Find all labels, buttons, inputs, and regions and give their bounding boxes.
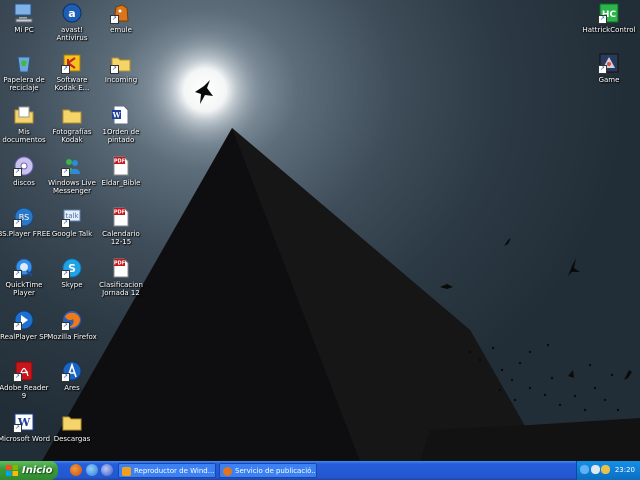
- desktop-icon-calendario[interactable]: PDF Calendario 12-15: [92, 206, 150, 246]
- bsplayer-icon: BS ↗: [13, 206, 35, 228]
- desktop-icon-label: Clasificacion Jornada 12: [99, 281, 143, 297]
- adobe-reader-icon: ↗: [13, 360, 35, 382]
- desktop-icon-label: Calendario 12-15: [102, 230, 140, 246]
- desktop-icon-game[interactable]: ↗ Game: [580, 52, 638, 84]
- google-talk-icon: talk ↗: [61, 206, 83, 228]
- shortcut-arrow-icon: ↗: [13, 424, 22, 433]
- shortcut-arrow-icon: ↗: [598, 65, 607, 74]
- tray-volume-icon[interactable]: [601, 465, 610, 474]
- computer-icon: [13, 2, 35, 24]
- start-button[interactable]: Inicio: [0, 461, 58, 480]
- task-label: Reproductor de Wind...: [134, 467, 215, 475]
- game-icon: ↗: [598, 52, 620, 74]
- desktop-icon-clasificacion[interactable]: PDF Clasificacion Jornada 12: [92, 257, 150, 297]
- desktop-icon-label: HattrickControl: [582, 26, 636, 34]
- avast-icon: a: [61, 2, 83, 24]
- tray-network-icon[interactable]: [591, 465, 600, 474]
- shortcut-arrow-icon: ↗: [61, 219, 70, 228]
- skype-icon: S ↗: [61, 257, 83, 279]
- desktop-icon-firefox[interactable]: ↗ Mozilla Firefox: [43, 309, 101, 341]
- taskbar: Inicio Reproductor de Wind... Servicio d…: [0, 461, 640, 480]
- bird: [440, 284, 453, 289]
- shortcut-arrow-icon: ↗: [61, 322, 70, 331]
- pdf-icon: PDF: [110, 257, 132, 279]
- firefox-quicklaunch-icon[interactable]: [70, 464, 82, 476]
- windows-flag-icon: [6, 465, 18, 476]
- desktop-icon-label: emule: [110, 26, 132, 34]
- folder-icon: ↗: [110, 52, 132, 74]
- firefox-icon: ↗: [61, 309, 83, 331]
- ares-icon: ↗: [61, 360, 83, 382]
- desktop-icon-emule[interactable]: ↗ emule: [92, 2, 150, 34]
- shortcut-arrow-icon: ↗: [61, 373, 70, 382]
- clock[interactable]: 23:20: [615, 461, 635, 480]
- desktop-icon-eldar-bible[interactable]: PDF Eldar_Bible: [92, 155, 150, 187]
- system-tray: 23:20: [576, 461, 640, 480]
- folder-icon: [61, 104, 83, 126]
- kodak-icon: ↗: [61, 52, 83, 74]
- shortcut-arrow-icon: ↗: [13, 373, 22, 382]
- desktop-icon-incoming[interactable]: ↗ Incoming: [92, 52, 150, 84]
- pdf-icon: PDF: [110, 206, 132, 228]
- desktop[interactable]: Mi PC Papelera de reciclaje Mis document…: [0, 0, 640, 461]
- shortcut-arrow-icon: ↗: [110, 15, 119, 24]
- shortcut-arrow-icon: ↗: [13, 219, 22, 228]
- emule-icon: ↗: [110, 2, 132, 24]
- desktop-icon-ares[interactable]: ↗ Ares: [43, 360, 101, 392]
- svg-text:W: W: [112, 111, 121, 120]
- desktop-icon-label: Descargas: [53, 435, 91, 443]
- word-document-icon: W: [110, 104, 132, 126]
- messenger-icon: ↗: [61, 155, 83, 177]
- shortcut-arrow-icon: ↗: [13, 322, 22, 331]
- desktop-icon-hattrickcontrol[interactable]: HC ↗ HattrickControl: [580, 2, 638, 34]
- desktop-icon-label: 1Orden de pintado: [102, 128, 140, 144]
- recycle-bin-icon: [13, 52, 35, 74]
- disc-icon: ↗: [13, 155, 35, 177]
- task-windows-media-player[interactable]: Reproductor de Wind...: [118, 463, 216, 478]
- shortcut-arrow-icon: ↗: [13, 270, 22, 279]
- folder-icon: [61, 411, 83, 433]
- start-label: Inicio: [22, 465, 53, 476]
- desktop-icon-label: Game: [598, 76, 620, 84]
- task-servicio-publicacion[interactable]: Servicio de publicació...: [219, 463, 317, 478]
- desktop-icon-descargas[interactable]: Descargas: [43, 411, 101, 443]
- svg-text:PDF: PDF: [114, 261, 125, 267]
- shortcut-arrow-icon: ↗: [110, 65, 119, 74]
- bird: [568, 370, 574, 378]
- quicklaunch-icon[interactable]: [101, 464, 113, 476]
- desktop-icon-orden-de-pintado[interactable]: W 1Orden de pintado: [92, 104, 150, 144]
- desktop-icon-label: Mozilla Firefox: [47, 333, 97, 341]
- pdf-icon: PDF: [110, 155, 132, 177]
- shortcut-arrow-icon: ↗: [598, 15, 607, 24]
- shortcut-arrow-icon: ↗: [61, 270, 70, 279]
- desktop-icon-label: Incoming: [104, 76, 138, 84]
- firefox-icon: [223, 467, 232, 476]
- media-player-icon: [122, 467, 131, 476]
- folder-icon: [13, 104, 35, 126]
- bird: [624, 370, 632, 380]
- shortcut-arrow-icon: ↗: [61, 65, 70, 74]
- shortcut-arrow-icon: ↗: [13, 168, 22, 177]
- hattrick-control-icon: HC ↗: [598, 2, 620, 24]
- svg-text:PDF: PDF: [114, 159, 125, 165]
- task-label: Servicio de publicació...: [235, 467, 317, 475]
- quicktime-icon: ↗: [13, 257, 35, 279]
- svg-text:a: a: [68, 7, 75, 20]
- svg-text:PDF: PDF: [114, 210, 125, 216]
- desktop-icon-label: Eldar_Bible: [101, 179, 141, 187]
- desktop-icon-label: Ares: [64, 384, 80, 392]
- word-icon: W ↗: [13, 411, 35, 433]
- bird: [504, 238, 511, 246]
- realplayer-icon: ↗: [13, 309, 35, 331]
- bird: [568, 258, 580, 276]
- tray-arrow-icon[interactable]: [580, 465, 589, 474]
- messenger-quicklaunch-icon[interactable]: [86, 464, 98, 476]
- shortcut-arrow-icon: ↗: [61, 168, 70, 177]
